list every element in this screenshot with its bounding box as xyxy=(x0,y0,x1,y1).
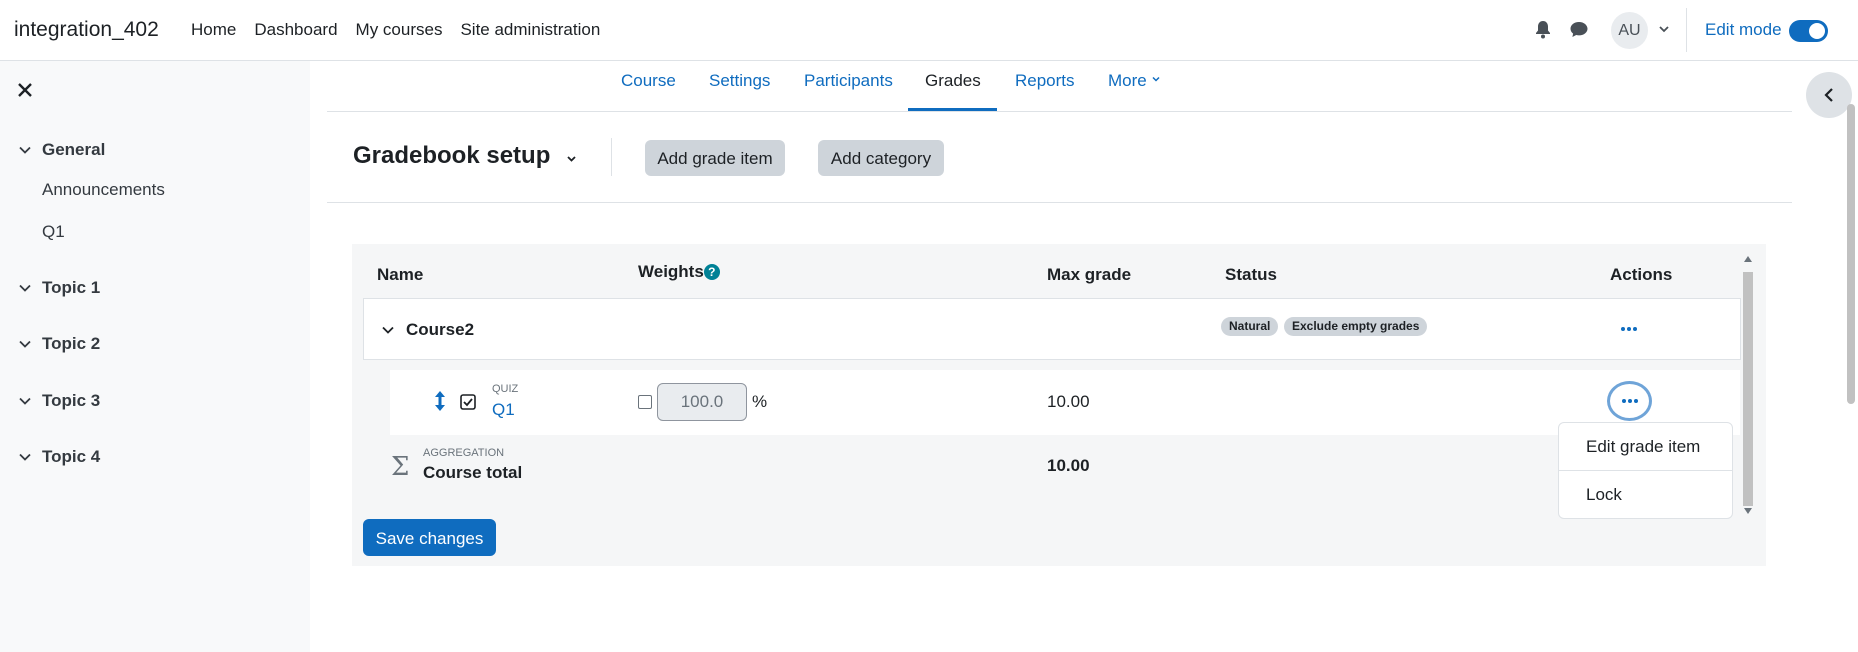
section-label: Topic 1 xyxy=(42,278,101,297)
section-topic-2[interactable]: Topic 2 xyxy=(18,334,100,354)
close-icon[interactable] xyxy=(16,81,34,99)
chevron-down-icon[interactable] xyxy=(565,152,578,165)
page-title[interactable]: Gradebook setup xyxy=(353,142,550,170)
tab-more[interactable]: More xyxy=(1108,71,1161,91)
section-topic-3[interactable]: Topic 3 xyxy=(18,391,100,411)
add-grade-item-button[interactable]: Add grade item xyxy=(645,140,785,176)
tab-reports[interactable]: Reports xyxy=(1015,71,1075,91)
weight-unit: % xyxy=(752,392,768,411)
chevron-down-icon[interactable] xyxy=(1657,22,1671,36)
chevron-down-icon xyxy=(19,146,31,154)
scroll-up-arrow[interactable] xyxy=(1744,256,1752,262)
course-total-max-grade: 10.00 xyxy=(1047,456,1090,475)
divider xyxy=(327,202,1792,203)
move-icon[interactable] xyxy=(433,390,447,412)
section-label: Topic 3 xyxy=(42,391,101,410)
save-changes-button[interactable]: Save changes xyxy=(363,519,496,556)
chevron-down-icon[interactable] xyxy=(381,323,395,337)
item-type: QUIZ xyxy=(492,383,519,395)
section-label: Topic 2 xyxy=(42,334,101,353)
quiz-icon xyxy=(459,393,477,411)
chevron-down-icon xyxy=(1152,76,1160,82)
top-navbar: integration_402 Home Dashboard My course… xyxy=(0,0,1858,61)
chevron-down-icon xyxy=(19,284,31,292)
category-row xyxy=(363,298,1741,360)
scroll-down-arrow[interactable] xyxy=(1744,508,1752,514)
tab-grades[interactable]: Grades xyxy=(925,71,981,91)
total-type: AGGREGATION xyxy=(423,447,505,459)
drawer-item-announcements[interactable]: Announcements xyxy=(42,180,165,200)
secondary-navigation: Course Settings Participants Grades Repo… xyxy=(327,61,1792,112)
column-header-status: Status xyxy=(1225,265,1277,284)
column-header-max-grade: Max grade xyxy=(1047,265,1132,284)
table-scrollbar[interactable] xyxy=(1743,272,1753,506)
more-actions-icon xyxy=(1621,399,1638,403)
help-icon[interactable]: ? xyxy=(703,264,720,280)
nav-my-courses[interactable]: My courses xyxy=(356,20,443,40)
course-total-label: Course total xyxy=(423,463,523,482)
divider xyxy=(1686,8,1687,52)
more-actions-icon[interactable] xyxy=(1617,324,1641,334)
site-name[interactable]: integration_402 xyxy=(14,18,159,42)
category-name: Course2 xyxy=(406,320,475,339)
grade-item-link[interactable]: Q1 xyxy=(492,400,515,420)
menu-item-lock[interactable]: Lock xyxy=(1586,485,1622,505)
chevron-down-icon xyxy=(19,397,31,405)
open-block-drawer-button[interactable] xyxy=(1806,72,1852,118)
messages-icon[interactable] xyxy=(1568,19,1590,41)
chevron-down-icon xyxy=(19,340,31,348)
tab-participants[interactable]: Participants xyxy=(804,71,893,91)
column-header-name: Name xyxy=(377,265,424,284)
menu-item-edit-grade-item[interactable]: Edit grade item xyxy=(1586,437,1700,457)
tab-more-label: More xyxy=(1108,71,1147,90)
divider xyxy=(1559,470,1732,471)
page-scrollbar[interactable] xyxy=(1847,104,1855,404)
nav-site-administration[interactable]: Site administration xyxy=(460,20,600,40)
primary-navigation: Home Dashboard My courses Site administr… xyxy=(191,20,618,40)
edit-mode-label: Edit mode xyxy=(1705,20,1782,39)
section-label: Topic 4 xyxy=(42,447,101,466)
section-topic-1[interactable]: Topic 1 xyxy=(18,278,100,298)
weight-override-checkbox[interactable] xyxy=(638,395,652,409)
active-tab-indicator xyxy=(908,108,997,111)
nav-home[interactable]: Home xyxy=(191,20,236,40)
actions-dropdown-menu: Edit grade item Lock xyxy=(1558,422,1733,519)
section-label: General xyxy=(42,140,106,159)
weights-label: Weights xyxy=(638,262,704,281)
chevron-left-icon xyxy=(1824,88,1833,102)
add-category-button[interactable]: Add category xyxy=(818,140,944,176)
user-avatar[interactable]: AU xyxy=(1611,12,1648,49)
divider xyxy=(611,138,612,176)
item-max-grade: 10.00 xyxy=(1047,392,1090,411)
tab-settings[interactable]: Settings xyxy=(709,71,770,91)
weight-input[interactable] xyxy=(657,383,747,421)
edit-mode-toggle[interactable] xyxy=(1789,20,1828,42)
bell-icon[interactable] xyxy=(1533,19,1553,41)
status-badge: Natural xyxy=(1221,317,1279,336)
column-header-actions: Actions xyxy=(1610,265,1673,284)
chevron-down-icon xyxy=(19,453,31,461)
section-general[interactable]: General xyxy=(18,140,105,160)
sigma-icon: Σ xyxy=(391,452,410,482)
section-topic-4[interactable]: Topic 4 xyxy=(18,447,100,467)
tab-course[interactable]: Course xyxy=(621,71,676,91)
column-header-weights: Weights? xyxy=(638,262,720,282)
item-actions-button[interactable] xyxy=(1607,381,1652,421)
nav-dashboard[interactable]: Dashboard xyxy=(254,20,337,40)
drawer-item-q1[interactable]: Q1 xyxy=(42,222,65,242)
status-badge: Exclude empty grades xyxy=(1284,317,1428,336)
